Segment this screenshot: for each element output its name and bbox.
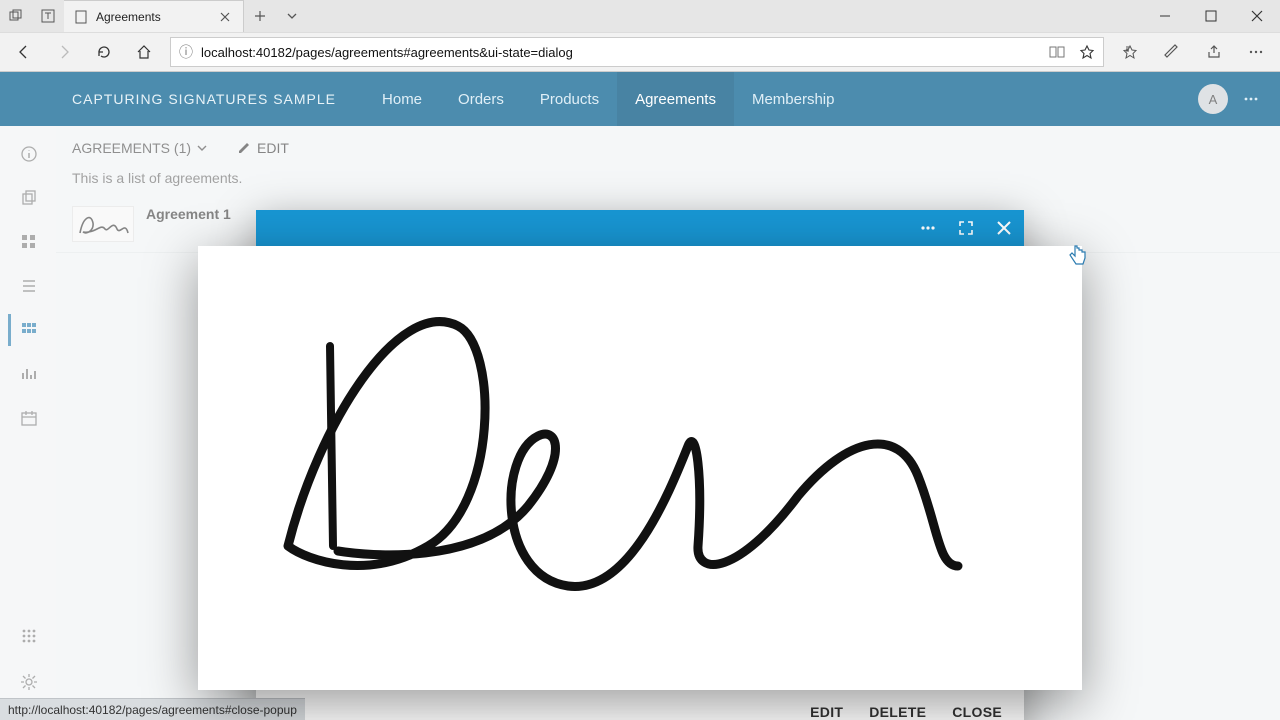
share-icon[interactable] xyxy=(1196,34,1232,70)
dialog-close-icon[interactable] xyxy=(994,218,1014,238)
reading-view-icon[interactable] xyxy=(1049,44,1065,60)
status-bar: http://localhost:40182/pages/agreements#… xyxy=(0,698,305,720)
dialog-fullscreen-icon[interactable] xyxy=(956,218,976,238)
browser-menu-icon[interactable] xyxy=(1238,34,1274,70)
page-icon xyxy=(74,10,88,24)
dialog-delete-button[interactable]: DELETE xyxy=(869,704,926,720)
window-close-button[interactable] xyxy=(1234,0,1280,32)
nav-forward-button[interactable] xyxy=(46,34,82,70)
dialog-more-icon[interactable] xyxy=(918,218,938,238)
url-text: localhost:40182/pages/agreements#agreeme… xyxy=(201,45,1041,60)
url-input[interactable]: ⓘ localhost:40182/pages/agreements#agree… xyxy=(170,37,1104,67)
dialog-close-button[interactable]: CLOSE xyxy=(952,704,1002,720)
notes-icon[interactable] xyxy=(1154,34,1190,70)
window-group-icon[interactable] xyxy=(0,0,32,32)
status-text: http://localhost:40182/pages/agreements#… xyxy=(8,703,297,717)
window-minimize-button[interactable] xyxy=(1142,0,1188,32)
dialog-edit-button[interactable]: EDIT xyxy=(810,704,843,720)
browser-addressbar: ⓘ localhost:40182/pages/agreements#agree… xyxy=(0,32,1280,72)
tab-title: Agreements xyxy=(96,10,209,24)
nav-refresh-button[interactable] xyxy=(86,34,122,70)
set-aside-icon[interactable] xyxy=(32,0,64,32)
modal-backdrop-header xyxy=(0,72,1280,126)
favorites-list-icon[interactable] xyxy=(1112,34,1148,70)
browser-titlebar: Agreements xyxy=(0,0,1280,32)
favorite-icon[interactable] xyxy=(1079,44,1095,60)
dialog-footer: EDIT DELETE CLOSE xyxy=(256,690,1024,720)
new-tab-button[interactable] xyxy=(244,0,276,32)
nav-back-button[interactable] xyxy=(6,34,42,70)
nav-home-button[interactable] xyxy=(126,34,162,70)
site-info-icon[interactable]: ⓘ xyxy=(179,42,193,62)
tab-close-icon[interactable] xyxy=(217,9,233,25)
window-maximize-button[interactable] xyxy=(1188,0,1234,32)
browser-tab[interactable]: Agreements xyxy=(64,0,244,32)
modal-backdrop-rail xyxy=(0,126,56,720)
signature-preview xyxy=(198,246,1082,690)
tab-actions-icon[interactable] xyxy=(276,0,308,32)
cursor-icon xyxy=(1068,244,1088,266)
dialog-header xyxy=(256,210,1024,246)
